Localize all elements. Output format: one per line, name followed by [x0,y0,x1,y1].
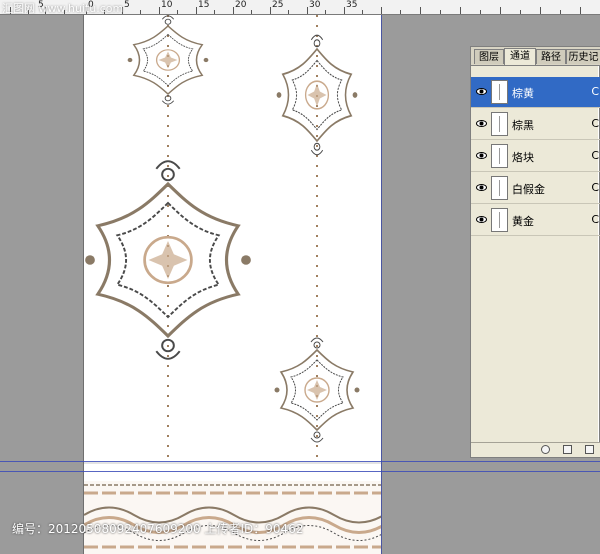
eye-icon[interactable] [476,182,487,193]
channel-row[interactable]: 黄金 C [471,205,600,236]
channel-thumbnail [491,80,508,104]
ruler-label: 15 [198,0,210,10]
eye-icon[interactable] [476,86,487,97]
channel-shortcut: C [591,181,599,194]
channel-name: 烙块 [512,151,534,164]
top-ruler[interactable]: 5 0 5 10 15 20 25 30 35 汇图网 www.huitu.co… [0,0,600,15]
eye-icon[interactable] [476,150,487,161]
tab-paths[interactable]: 路径 [536,49,566,64]
channel-thumbnail [491,144,508,168]
channel-row[interactable]: 棕黑 C [471,109,600,140]
ruler-label: 25 [272,0,284,10]
tab-layers[interactable]: 图层 [474,49,504,64]
panel-footer [471,442,600,457]
ruler-label: 5 [124,0,130,10]
channel-row[interactable]: 白假金 C [471,173,600,204]
channel-shortcut: C [591,149,599,162]
save-selection-icon[interactable] [563,445,572,454]
channel-shortcut: C [591,85,599,98]
channel-thumbnail [491,176,508,200]
channel-shortcut: C [591,117,599,130]
channel-name: 黄金 [512,215,534,228]
tab-history[interactable]: 历史记 [566,49,600,64]
channel-row[interactable]: 棕黄 C [471,77,600,108]
channel-name: 棕黄 [512,87,534,100]
site-watermark: 汇图网 www.huitu.com [2,2,124,15]
channels-panel[interactable]: 图层 通道 路径 历史记 棕黄 C 棕黑 C 烙块 C 白假金 C 黄金 C [470,46,600,458]
guide-horizontal[interactable] [0,471,600,472]
document-canvas[interactable] [84,15,381,554]
tab-channels[interactable]: 通道 [504,48,536,65]
channel-name: 棕黑 [512,119,534,132]
channel-shortcut: C [591,213,599,226]
ruler-label: 20 [235,0,247,10]
new-channel-icon[interactable] [585,445,594,454]
guide-vertical[interactable] [381,15,382,554]
panel-tab-bar: 图层 通道 路径 历史记 [471,47,600,66]
channel-name: 白假金 [512,183,545,196]
guide-horizontal[interactable] [0,461,600,462]
eye-icon[interactable] [476,214,487,225]
channel-row[interactable]: 烙块 C [471,141,600,172]
image-watermark: 编号：20120508092407609200 上传者ID：90462 [12,522,304,536]
eye-icon[interactable] [476,118,487,129]
ruler-label: 10 [161,0,173,10]
channel-thumbnail [491,208,508,232]
ruler-label: 30 [309,0,321,10]
channel-thumbnail [491,112,508,136]
ornament-artwork [84,15,381,554]
load-selection-icon[interactable] [541,445,550,454]
ruler-label: 35 [346,0,358,10]
